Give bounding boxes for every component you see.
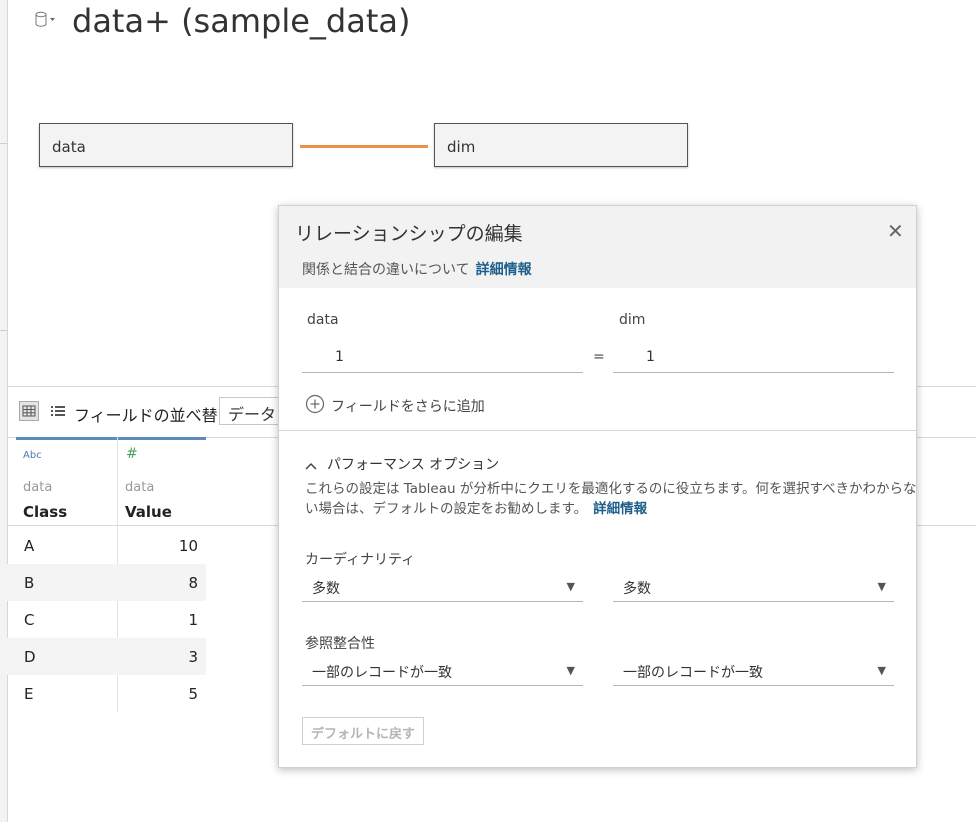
dropdown-value: 多数 xyxy=(312,581,340,597)
table-card-data[interactable]: data xyxy=(39,123,293,167)
add-field-label: フィールドをさらに追加 xyxy=(331,399,485,415)
edit-relationship-dialog: リレーションシップの編集 ✕ 関係と結合の違いについて 詳細情報 data dim… xyxy=(278,205,917,768)
table-card-dim[interactable]: dim xyxy=(434,123,688,167)
cell-class: A xyxy=(24,537,35,555)
close-icon[interactable]: ✕ xyxy=(887,219,904,243)
table-card-label: dim xyxy=(447,138,476,156)
dropdown-value: 多数 xyxy=(623,581,651,597)
dropdown-arrow-icon: ▼ xyxy=(877,580,886,593)
dropdown-value: 一部のレコードが一致 xyxy=(623,665,763,681)
restore-defaults-button[interactable]: デフォルトに戻す xyxy=(302,717,424,745)
dropdown-arrow-icon: ▼ xyxy=(566,664,575,677)
column-name: Class xyxy=(23,503,68,521)
table-row: A 10 xyxy=(7,527,206,564)
cell-class: D xyxy=(24,648,36,666)
performance-description: これらの設定は Tableau が分析中にクエリを最適化するのに役立ちます。何を… xyxy=(305,479,917,519)
dialog-subtitle: 関係と結合の違いについて 詳細情報 xyxy=(302,259,532,279)
column-source: data xyxy=(23,480,53,495)
cell-class: C xyxy=(24,611,35,629)
dialog-divider xyxy=(279,430,916,431)
table-row: C 1 xyxy=(7,601,206,638)
learn-more-link[interactable]: 詳細情報 xyxy=(476,262,532,278)
dropdown-value: 一部のレコードが一致 xyxy=(312,665,452,681)
table-row: E 5 xyxy=(7,675,206,712)
cell-value: 1 xyxy=(188,611,198,629)
cell-value: 8 xyxy=(188,574,198,592)
cell-value: 3 xyxy=(188,648,198,666)
cell-class: B xyxy=(24,574,35,592)
column-source: data xyxy=(125,480,155,495)
dropdown-arrow-icon: ▼ xyxy=(877,664,886,677)
chevron-up-icon xyxy=(305,456,317,475)
list-view-icon[interactable] xyxy=(48,401,68,421)
left-table-label: data xyxy=(307,312,339,328)
integrity-right-dropdown[interactable]: 一部のレコードが一致 ▼ xyxy=(613,658,894,686)
cardinality-right-dropdown[interactable]: 多数 ▼ xyxy=(613,574,894,602)
column-header-value[interactable]: # data Value xyxy=(118,437,206,525)
performance-options-label: パフォーマンス オプション xyxy=(327,457,500,473)
table-row: D 3 xyxy=(7,638,206,675)
left-field-select[interactable]: 1 xyxy=(302,341,583,373)
relationship-line[interactable] xyxy=(300,145,428,148)
subtitle-text: 関係と結合の違いについて xyxy=(302,262,470,278)
cell-value: 10 xyxy=(178,537,198,555)
dialog-header: リレーションシップの編集 ✕ 関係と結合の違いについて 詳細情報 xyxy=(279,206,916,288)
sort-fields-label: フィールドの並べ替え xyxy=(74,406,234,425)
number-type-icon[interactable]: # xyxy=(126,446,138,462)
dialog-title: リレーションシップの編集 xyxy=(295,223,523,245)
cell-value: 5 xyxy=(188,685,198,703)
integrity-left-dropdown[interactable]: 一部のレコードが一致 ▼ xyxy=(302,658,583,686)
table-card-label: data xyxy=(52,138,86,156)
page-title[interactable]: data+ (sample_data) xyxy=(72,2,410,40)
column-name: Value xyxy=(125,503,172,521)
column-header-class[interactable]: Abc data Class xyxy=(16,437,117,525)
description-line: い場合は、デフォルトの設定をお勧めします。 xyxy=(305,501,588,517)
cardinality-label: カーディナリティ xyxy=(305,552,416,568)
plus-circle-icon xyxy=(305,394,325,418)
description-line: これらの設定は Tableau が分析中にクエリを最適化するのに役立ちます。何を… xyxy=(305,481,917,497)
grid-view-icon[interactable] xyxy=(19,401,39,421)
operator-select[interactable]: = xyxy=(593,349,605,365)
cell-class: E xyxy=(24,685,34,703)
performance-learn-more-link[interactable]: 詳細情報 xyxy=(593,501,647,517)
right-field-select[interactable]: 1 xyxy=(613,341,894,373)
referential-integrity-label: 参照整合性 xyxy=(305,636,375,652)
right-table-label: dim xyxy=(619,312,646,328)
dropdown-arrow-icon: ▼ xyxy=(566,580,575,593)
gutter-divider xyxy=(0,330,7,331)
datasource-icon[interactable] xyxy=(34,11,56,29)
string-type-icon[interactable]: Abc xyxy=(23,450,42,461)
gutter-divider xyxy=(0,143,7,144)
cardinality-left-dropdown[interactable]: 多数 ▼ xyxy=(302,574,583,602)
table-row: B 8 xyxy=(7,564,206,601)
